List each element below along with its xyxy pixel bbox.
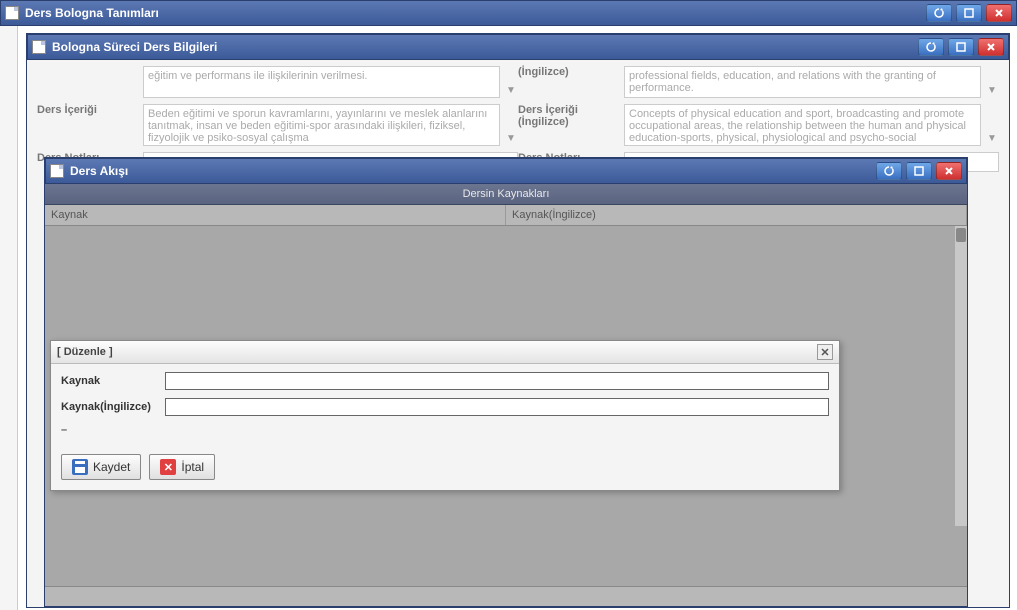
window-title: Ders Bologna Tanımları	[25, 6, 926, 20]
window-title: Ders Akışı	[70, 164, 876, 178]
dialog-header: [ Düzenle ] ✕	[51, 341, 839, 364]
input-kaynak[interactable]	[165, 372, 829, 390]
scrollbar-thumb[interactable]	[956, 228, 966, 242]
save-icon	[72, 459, 88, 475]
column-kaynak[interactable]: Kaynak	[45, 205, 506, 225]
window-title: Bologna Süreci Ders Bilgileri	[52, 40, 918, 54]
section-header: Dersin Kaynakları	[45, 184, 967, 205]
value-r1-en: professional fields, education, and rela…	[624, 66, 981, 98]
input-kaynak-en[interactable]	[165, 398, 829, 416]
dash-separator: –	[61, 424, 829, 436]
maximize-button[interactable]	[956, 4, 982, 22]
titlebar-outer: Ders Bologna Tanımları	[0, 0, 1017, 26]
refresh-button[interactable]	[926, 4, 952, 22]
left-strip	[0, 26, 18, 610]
column-kaynak-en[interactable]: Kaynak(İngilizce)	[506, 205, 967, 225]
window-controls	[876, 162, 962, 180]
dialog-buttons: Kaydet ✕ İptal	[51, 454, 839, 490]
close-button[interactable]	[986, 4, 1012, 22]
titlebar-inner: Ders Akışı	[45, 158, 967, 184]
window-controls	[926, 4, 1012, 22]
refresh-button[interactable]	[918, 38, 944, 56]
label-kaynak: Kaynak	[61, 375, 165, 387]
chevron-down-icon[interactable]: ▼	[506, 85, 518, 98]
document-icon	[50, 164, 64, 178]
cancel-label: İptal	[181, 460, 204, 474]
document-icon	[5, 6, 19, 20]
chevron-down-icon[interactable]: ▼	[987, 85, 999, 98]
label-ders-icerigi: Ders İçeriği	[37, 104, 137, 146]
cancel-button[interactable]: ✕ İptal	[149, 454, 215, 480]
label-r1-en: (İngilizce)	[518, 66, 618, 98]
value-ders-icerigi: Beden eğitimi ve sporun kavramlarını, ya…	[143, 104, 500, 146]
value-ders-icerigi-en: Concepts of physical education and sport…	[624, 104, 981, 146]
chevron-down-icon[interactable]: ▼	[506, 133, 518, 146]
save-button[interactable]: Kaydet	[61, 454, 141, 480]
chevron-down-icon[interactable]: ▼	[987, 133, 999, 146]
column-headers: Kaynak Kaynak(İngilizce)	[45, 205, 967, 226]
label-ders-icerigi-en: Ders İçeriği (İngilizce)	[518, 104, 618, 146]
refresh-button[interactable]	[876, 162, 902, 180]
dialog-body: Kaynak Kaynak(İngilizce) –	[51, 364, 839, 454]
dialog-close-button[interactable]: ✕	[817, 344, 833, 360]
maximize-button[interactable]	[948, 38, 974, 56]
edit-dialog: [ Düzenle ] ✕ Kaynak Kaynak(İngilizce) –…	[50, 340, 840, 491]
dialog-title: [ Düzenle ]	[57, 346, 113, 358]
close-button[interactable]	[936, 162, 962, 180]
value-r1-tr: eğitim ve performans ile ilişkilerinin v…	[143, 66, 500, 98]
close-button[interactable]	[978, 38, 1004, 56]
window-controls	[918, 38, 1004, 56]
maximize-button[interactable]	[906, 162, 932, 180]
cancel-icon: ✕	[160, 459, 176, 475]
save-label: Kaydet	[93, 460, 130, 474]
label-kaynak-en: Kaynak(İngilizce)	[61, 401, 165, 413]
label-blank	[37, 66, 137, 98]
bottom-bar	[45, 586, 967, 606]
document-icon	[32, 40, 46, 54]
titlebar-mid: Bologna Süreci Ders Bilgileri	[27, 34, 1009, 60]
